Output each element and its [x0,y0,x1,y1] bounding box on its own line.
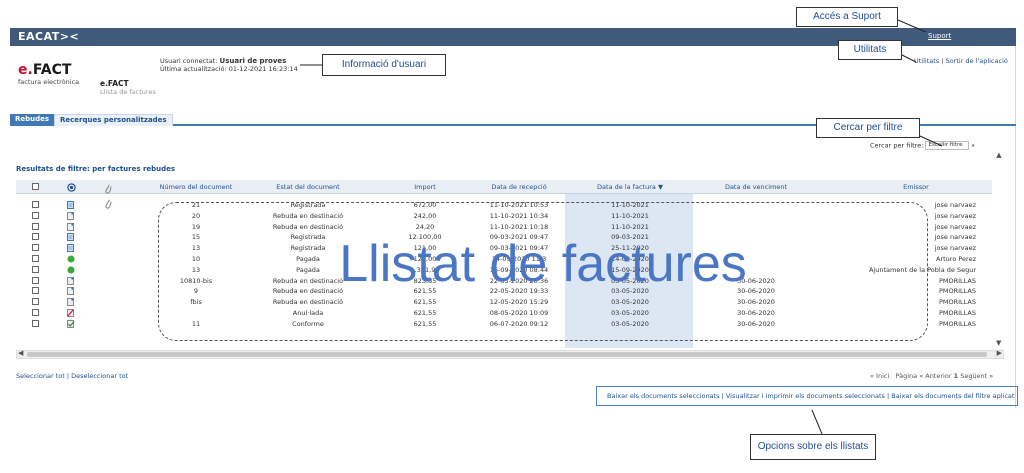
callout-filter: Cercar per filtre [816,118,920,138]
callout-user-info: Informació d'usuari [322,54,446,76]
callout-options: Opcions sobre els llistats [750,434,876,460]
callout-support: Accés a Suport [796,7,898,27]
callout-lines [300,19,943,435]
callout-utilities: Utilitats [838,40,902,60]
